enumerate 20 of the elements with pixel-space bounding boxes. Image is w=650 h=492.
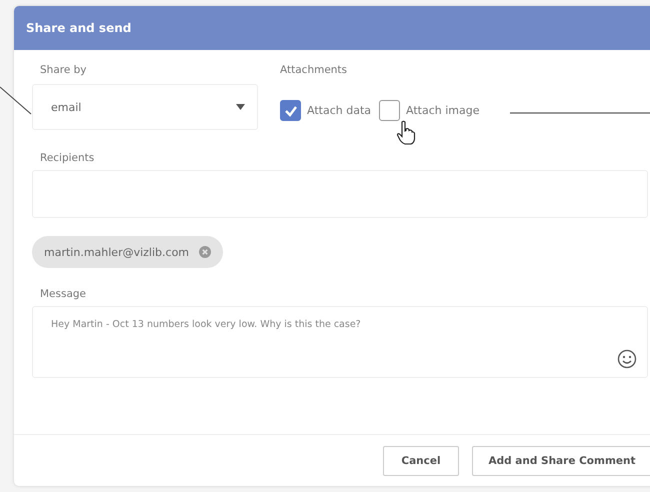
message-field[interactable]: Hey Martin - Oct 13 numbers look very low. Why is this the case? — [32, 306, 648, 378]
leader-line — [0, 84, 32, 116]
emoji-icon[interactable] — [617, 349, 637, 369]
field-label: Recipients — [40, 152, 94, 164]
checkbox[interactable] — [379, 100, 400, 121]
recipient-chip[interactable]: martin.mahler@vizlib.com — [32, 236, 224, 268]
hand-cursor-icon — [396, 120, 416, 146]
cancel-button[interactable]: Cancel — [383, 446, 459, 476]
field-label: Message — [40, 288, 86, 300]
remove-icon[interactable] — [199, 246, 212, 258]
add-and-share-button[interactable]: Add and Share Comment — [472, 446, 650, 476]
checkbox[interactable] — [280, 100, 301, 121]
caret-icon — [236, 104, 245, 110]
attach-checkbox-option[interactable]: Attach image — [379, 100, 480, 121]
dialog-title: Share and send — [26, 21, 132, 35]
attach-checkbox-option[interactable]: Attach data — [280, 100, 371, 121]
field-label: Attachments — [280, 64, 348, 76]
checkmark-icon — [284, 104, 298, 116]
share-by-dropdown[interactable]: email — [32, 84, 258, 130]
field-label: Share by — [40, 64, 87, 76]
